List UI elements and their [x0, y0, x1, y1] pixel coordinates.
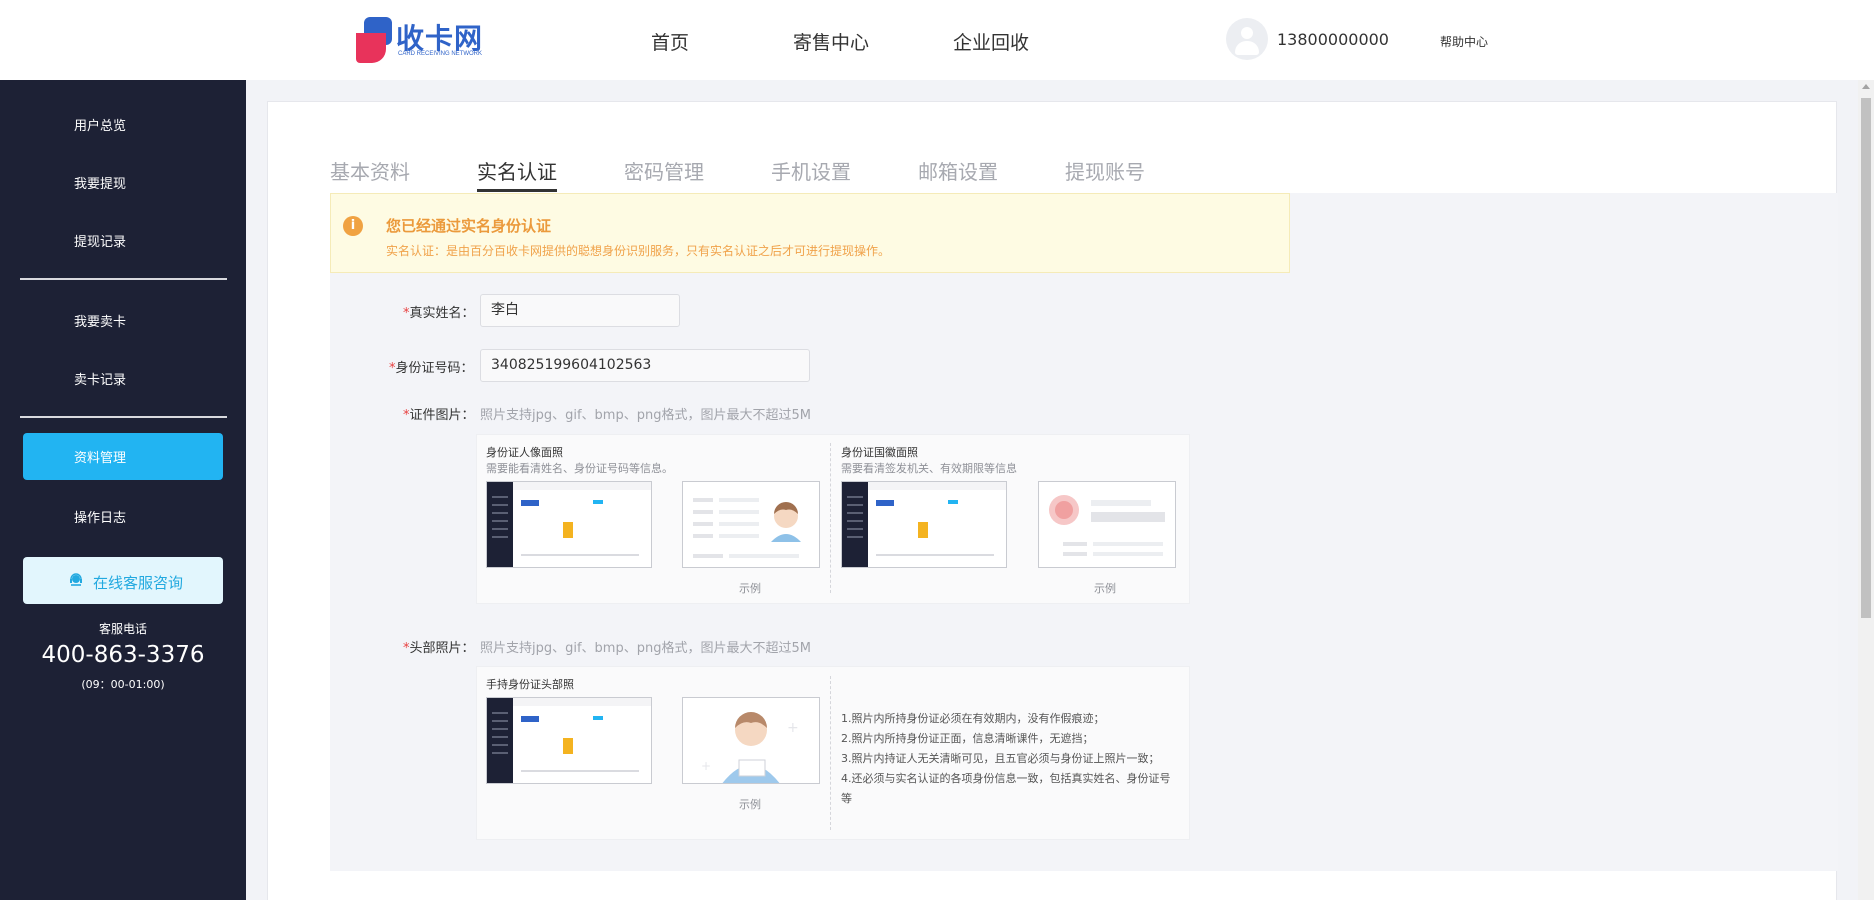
avatar[interactable] — [1226, 18, 1268, 60]
scroll-thumb[interactable] — [1861, 98, 1871, 618]
service-hours: (09：00-01:00) — [81, 678, 165, 691]
panel-divider — [830, 443, 831, 593]
id-back-title: 身份证国徽面照 — [841, 446, 918, 459]
sidebar-item-profile-management[interactable]: 资料管理 — [23, 433, 223, 480]
id-back-example-image — [1038, 481, 1176, 568]
real-name-label-text: 真实姓名： — [409, 306, 475, 321]
nav-consignment-center[interactable]: 寄售中心 — [793, 28, 869, 55]
verification-notice: i 您已经通过实名身份认证 实名认证：是由百分百收卡网提供的聪想身份识别服务，只… — [330, 193, 1290, 273]
id-back-upload[interactable] — [841, 481, 1007, 568]
hold-id-example-image: + + — [682, 697, 820, 784]
id-front-example-image — [682, 481, 820, 568]
head-photo-label-text: 头部照片： — [409, 641, 475, 656]
tab-withdraw-account[interactable]: 提现账号 — [1065, 156, 1145, 185]
tab-basic-info[interactable]: 基本资料 — [330, 156, 410, 185]
id-number-label-text: 身份证号码： — [395, 361, 474, 376]
page-scrollbar[interactable] — [1858, 80, 1874, 900]
id-front-subtitle: 需要能看清姓名、身份证号码等信息。 — [486, 462, 673, 475]
panel-divider — [830, 676, 831, 830]
top-header: 收卡网 CARD RECEIVING NETWORK 首页 寄售中心 企业回收 … — [0, 0, 1874, 80]
head-photo-hint: 照片支持jpg、gif、bmp、png格式，图片最大不超过5M — [480, 641, 811, 656]
active-tab-indicator — [477, 189, 557, 192]
sidebar-item-operation-log[interactable]: 操作日志 — [74, 507, 126, 526]
service-phone-number: 400-863-3376 — [41, 642, 205, 668]
scroll-up-arrow-icon[interactable] — [1862, 84, 1870, 89]
info-icon: i — [343, 216, 363, 236]
sidebar-item-sell-records[interactable]: 卖卡记录 — [74, 369, 126, 388]
svg-text:+: + — [787, 720, 799, 736]
tab-real-name-verification[interactable]: 实名认证 — [477, 156, 557, 185]
requirement-item: 1.照片内所持身份证必须在有效期内，没有作假痕迹； — [841, 712, 1105, 725]
logo-mark-icon — [356, 17, 392, 63]
headset-icon — [70, 573, 82, 586]
nav-home[interactable]: 首页 — [651, 28, 689, 55]
online-service-label: 在线客服咨询 — [93, 574, 184, 592]
example-label: 示例 — [739, 582, 761, 595]
sidebar-divider — [20, 278, 227, 280]
id-front-title: 身份证人像面照 — [486, 446, 563, 459]
service-phone-label: 客服电话 — [98, 622, 147, 636]
notice-description: 实名认证：是由百分百收卡网提供的聪想身份识别服务，只有实名认证之后才可进行提现操… — [386, 244, 891, 258]
sidebar-item-user-overview[interactable]: 用户总览 — [74, 115, 126, 134]
logo-subtitle: CARD RECEIVING NETWORK — [398, 51, 483, 57]
tab-phone-settings[interactable]: 手机设置 — [771, 156, 851, 185]
id-number-label: *身份证号码： — [389, 357, 474, 376]
site-logo[interactable]: 收卡网 CARD RECEIVING NETWORK — [356, 17, 486, 65]
id-number-field[interactable]: 340825199604102563 — [480, 349, 810, 382]
requirement-item: 4.还必须与实名认证的各项身份信息一致，包括真实姓名、身份证号等 — [841, 772, 1171, 805]
cert-image-label: *证件图片： — [403, 404, 475, 423]
real-name-label: *真实姓名： — [403, 302, 475, 321]
upload-requirements: 1.照片内所持身份证必须在有效期内，没有作假痕迹； 2.照片内所持身份证正面，信… — [841, 709, 1179, 809]
sidebar-item-withdraw[interactable]: 我要提现 — [74, 173, 126, 192]
sidebar-item-sell-card[interactable]: 我要卖卡 — [74, 311, 126, 330]
hold-id-upload[interactable] — [486, 697, 652, 784]
example-label: 示例 — [739, 798, 761, 811]
hold-id-title: 手持身份证头部照 — [486, 678, 574, 691]
sidebar-item-withdraw-records[interactable]: 提现记录 — [74, 231, 126, 250]
id-front-upload[interactable] — [486, 481, 652, 568]
sidebar: 用户总览 我要提现 提现记录 我要卖卡 卖卡记录 资料管理 操作日志 在线客服咨… — [0, 80, 246, 900]
id-back-subtitle: 需要看清签发机关、有效期限等信息 — [841, 462, 1017, 475]
online-service-button[interactable]: 在线客服咨询 — [23, 557, 223, 604]
tab-email-settings[interactable]: 邮箱设置 — [918, 156, 998, 185]
user-phone[interactable]: 13800000000 — [1277, 30, 1389, 49]
cert-image-hint: 照片支持jpg、gif、bmp、png格式，图片最大不超过5M — [480, 408, 811, 423]
sidebar-item-label: 资料管理 — [74, 451, 127, 466]
real-name-field[interactable]: 李白 — [480, 294, 680, 327]
requirement-item: 2.照片内所持身份证正面，信息清晰课件，无遮挡； — [841, 732, 1094, 745]
help-center-link[interactable]: 帮助中心 — [1440, 33, 1488, 50]
cert-image-label-text: 证件图片： — [409, 408, 475, 423]
head-photo-label: *头部照片： — [403, 637, 475, 656]
sidebar-divider — [20, 416, 227, 418]
notice-title: 您已经通过实名身份认证 — [386, 217, 552, 235]
example-label: 示例 — [1094, 582, 1116, 595]
tab-password-management[interactable]: 密码管理 — [624, 156, 704, 185]
svg-text:+: + — [701, 759, 711, 773]
requirement-item: 3.照片内持证人无关清晰可见，且五官必须与身份证上照片一致； — [841, 752, 1160, 765]
nav-enterprise-recycling[interactable]: 企业回收 — [953, 28, 1029, 55]
